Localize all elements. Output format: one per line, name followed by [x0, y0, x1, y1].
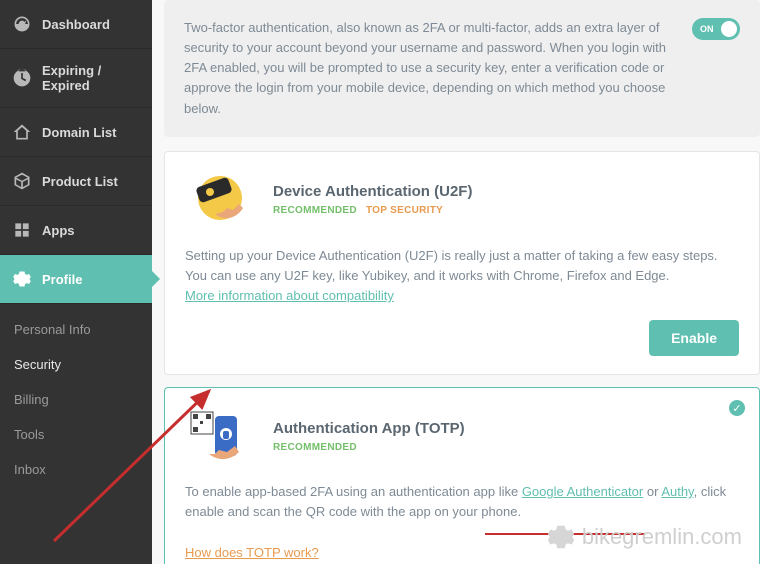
- sidebar-item-label: Dashboard: [42, 17, 110, 32]
- sidebar-item-apps[interactable]: Apps: [0, 206, 152, 255]
- sidebar-item-label: Domain List: [42, 125, 116, 140]
- totp-title: Authentication App (TOTP): [273, 420, 465, 437]
- gauge-icon: [12, 14, 32, 34]
- subitem-billing[interactable]: Billing: [0, 382, 152, 417]
- cube-icon: [12, 171, 32, 191]
- u2f-body: Setting up your Device Authentication (U…: [185, 246, 739, 306]
- tag-top-security: TOP SECURITY: [366, 205, 443, 216]
- sidebar-item-expiring[interactable]: Expiring / Expired: [0, 49, 152, 108]
- subitem-inbox[interactable]: Inbox: [0, 452, 152, 487]
- subitem-tools[interactable]: Tools: [0, 417, 152, 452]
- sidebar: Dashboard Expiring / Expired Domain List…: [0, 0, 152, 564]
- sidebar-item-label: Profile: [42, 272, 82, 287]
- intro-text: Two-factor authentication, also known as…: [184, 18, 680, 119]
- subitem-personal-info[interactable]: Personal Info: [0, 312, 152, 347]
- sidebar-item-label: Apps: [42, 223, 75, 238]
- gear-icon: [12, 269, 32, 289]
- profile-sub-items: Personal Info Security Billing Tools Inb…: [0, 304, 152, 487]
- totp-illustration: [185, 406, 255, 466]
- sidebar-item-product-list[interactable]: Product List: [0, 157, 152, 206]
- home-icon: [12, 122, 32, 142]
- subitem-security[interactable]: Security: [0, 347, 152, 382]
- two-fa-toggle[interactable]: ON: [692, 18, 740, 40]
- authy-link[interactable]: Authy: [661, 484, 693, 499]
- toggle-label: ON: [700, 24, 714, 34]
- howto-totp-link[interactable]: How does TOTP work?: [185, 545, 319, 560]
- google-authenticator-link[interactable]: Google Authenticator: [522, 484, 643, 499]
- tag-recommended: RECOMMENDED: [273, 205, 357, 216]
- u2f-card: Device Authentication (U2F) RECOMMENDED …: [164, 151, 760, 375]
- u2f-body-text: Setting up your Device Authentication (U…: [185, 248, 718, 283]
- apps-icon: [12, 220, 32, 240]
- sidebar-item-profile[interactable]: Profile: [0, 255, 152, 304]
- clock-icon: [12, 68, 32, 88]
- u2f-compat-link[interactable]: More information about compatibility: [185, 288, 394, 303]
- totp-card: ✓ Authentication: [164, 387, 760, 564]
- annotation-underline: [485, 531, 645, 535]
- sidebar-item-dashboard[interactable]: Dashboard: [0, 0, 152, 49]
- toggle-knob: [721, 21, 737, 37]
- totp-or: or: [643, 484, 661, 499]
- main-content: Two-factor authentication, also known as…: [152, 0, 760, 564]
- sidebar-item-domain-list[interactable]: Domain List: [0, 108, 152, 157]
- sidebar-item-label: Expiring / Expired: [42, 63, 140, 93]
- u2f-illustration: [185, 170, 255, 230]
- u2f-enable-button[interactable]: Enable: [649, 320, 739, 356]
- totp-text: To enable app-based 2FA using an authent…: [185, 484, 522, 499]
- check-icon: ✓: [729, 400, 745, 416]
- totp-body: To enable app-based 2FA using an authent…: [185, 482, 739, 563]
- tag-recommended: RECOMMENDED: [273, 442, 357, 453]
- sidebar-item-label: Product List: [42, 174, 118, 189]
- u2f-title: Device Authentication (U2F): [273, 183, 472, 200]
- intro-box: Two-factor authentication, also known as…: [164, 0, 760, 137]
